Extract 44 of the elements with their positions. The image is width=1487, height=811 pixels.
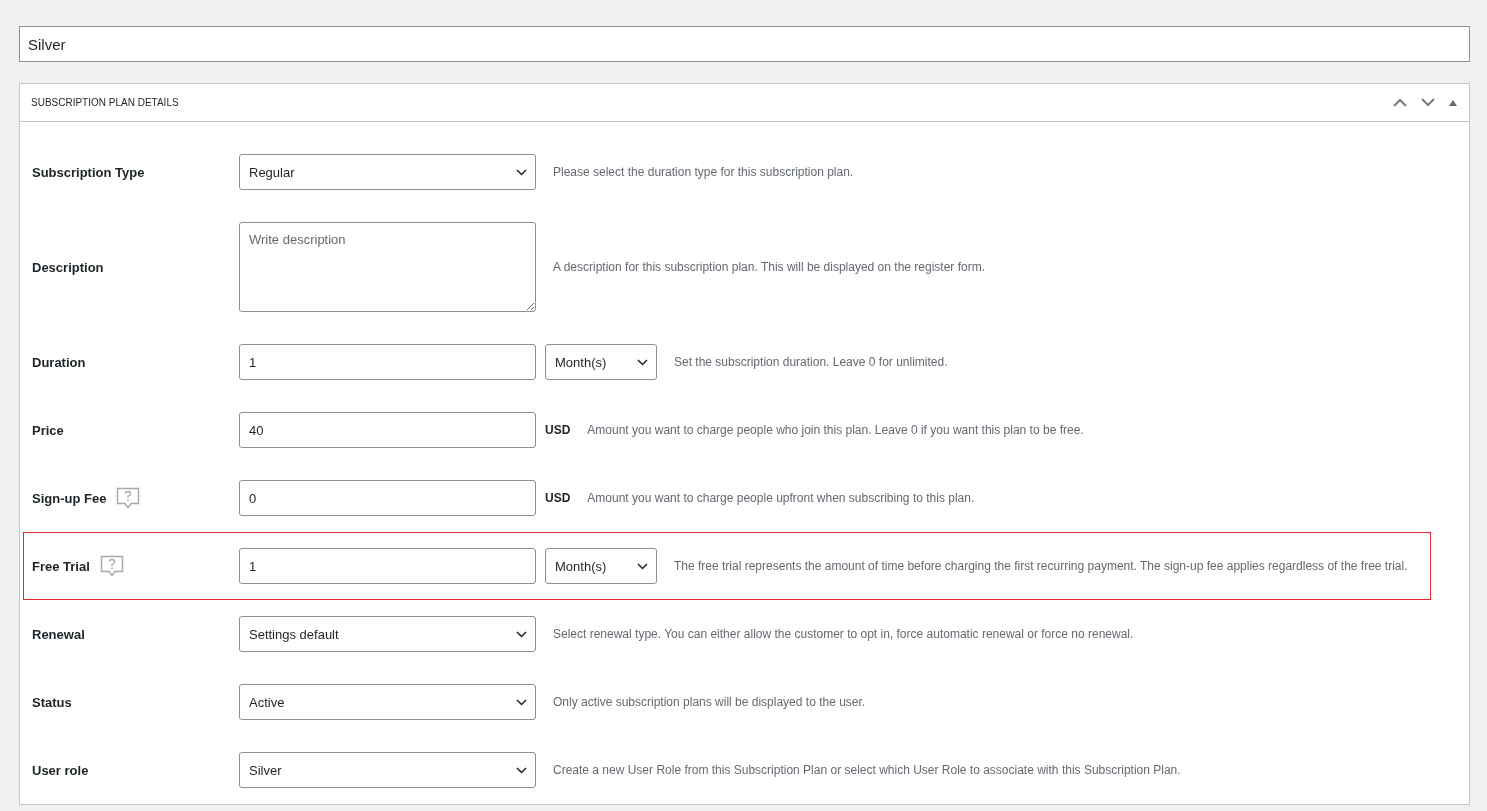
dropdown[interactable]: Silver (239, 752, 536, 788)
field-label: User role (32, 762, 89, 778)
chevron-down-icon (516, 630, 527, 638)
help-bubble-icon[interactable] (99, 555, 124, 577)
number-input[interactable]: 1 (239, 548, 536, 584)
move-up-icon[interactable] (1393, 98, 1407, 107)
field-description: Only active subscription plans will be displayed to the user. (553, 695, 866, 709)
field-description: Please select the duration type for this subscription plan. (553, 165, 854, 179)
dropdown[interactable]: Settings default (239, 616, 536, 652)
move-down-icon[interactable] (1421, 98, 1435, 107)
field-label: Price (32, 422, 64, 438)
field-description: Amount you want to charge people upfront when subscribing to this plan. (587, 491, 975, 505)
description-textarea[interactable]: Write description (239, 222, 536, 312)
number-input[interactable]: 1 (239, 344, 536, 380)
field-label: Subscription Type (32, 164, 145, 180)
unit-dropdown[interactable]: Month(s) (545, 344, 657, 380)
field-description: Amount you want to charge people who join this plan. Leave 0 if you want this plan to be free. (587, 423, 1084, 437)
number-input[interactable]: 40 (239, 412, 536, 448)
title-field[interactable]: Silver (19, 26, 1470, 62)
chevron-down-icon (637, 562, 648, 570)
dropdown[interactable]: Active (239, 684, 536, 720)
chevron-down-icon (516, 698, 527, 706)
currency-label: USD (545, 423, 571, 437)
field-label: Duration (32, 354, 86, 370)
panel-title: SUBSCRIPTION PLAN DETAILS (31, 97, 180, 108)
field-description: A description for this subscription plan. This will be displayed on the register form. (553, 260, 985, 274)
field-label: Status (32, 694, 72, 710)
toggle-panel-icon[interactable] (1449, 99, 1457, 106)
chevron-down-icon (516, 766, 527, 774)
field-description: Create a new User Role from this Subscription Plan or select which User Role to associate with this Subscription Plan. (553, 763, 1181, 777)
field-label: Renewal (32, 626, 85, 642)
field-description: Set the subscription duration. Leave 0 for unlimited. (674, 355, 948, 369)
field-description: Select renewal type. You can either allow the customer to opt in, force automatic renewal or force no renewal. (553, 627, 1134, 641)
number-input[interactable]: 0 (239, 480, 536, 516)
dropdown[interactable]: Regular (239, 154, 536, 190)
field-label: Free Trial (32, 558, 90, 574)
chevron-down-icon (637, 358, 648, 366)
unit-dropdown[interactable]: Month(s) (545, 548, 657, 584)
currency-label: USD (545, 491, 571, 505)
help-bubble-icon[interactable] (116, 487, 141, 509)
field-label: Description (32, 259, 104, 275)
chevron-down-icon (516, 168, 527, 176)
field-label: Sign-up Fee (32, 490, 107, 506)
field-description: The free trial represents the amount of time before charging the first recurring payment. The sign-up fee applies regardless of the free trial. (674, 559, 1408, 573)
